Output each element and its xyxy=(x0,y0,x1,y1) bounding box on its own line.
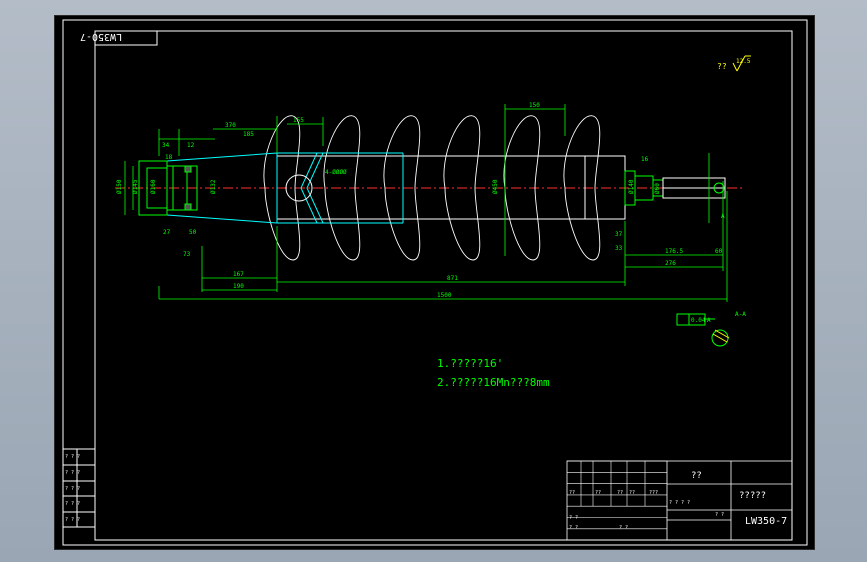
tb-row-2: ?? xyxy=(595,490,601,496)
tb-row-1: ?? xyxy=(569,490,575,496)
dimension-lines xyxy=(124,104,728,302)
dim-pitch-dia: Ø450 xyxy=(492,179,499,194)
cad-drawing-canvas[interactable]: LW350-7 ?? 12.5 34 12 370 185 155 150 4-… xyxy=(54,15,815,550)
drawing-svg: LW350-7 ?? 12.5 34 12 370 185 155 150 4-… xyxy=(62,19,808,546)
tb-row-4: ?? xyxy=(629,490,635,496)
inner-frame xyxy=(94,30,793,541)
dim-871: 871 xyxy=(447,275,458,282)
tb-material: ????? xyxy=(739,491,766,501)
tol-value: 0.04 xyxy=(691,317,706,324)
tb-row-5: ??? xyxy=(649,490,658,496)
note-1: 1.?????16' xyxy=(437,357,503,370)
tb-scale-3: ? ? xyxy=(619,525,628,531)
dimension-texts: 34 12 370 185 155 150 4-ØØØØ 167 190 871… xyxy=(116,102,725,299)
dim-left-dia4: Ø132 xyxy=(210,179,217,194)
dim-190: 190 xyxy=(233,283,244,290)
flight-lower xyxy=(444,187,481,261)
dim-185: 185 xyxy=(243,131,254,138)
dim-left-dia1: Ø150 xyxy=(116,179,123,194)
side-row-3: ? ? ? xyxy=(65,486,80,492)
flight-lower xyxy=(504,187,541,261)
stamp-code: LW350-7 xyxy=(80,31,122,42)
side-row-1: ? ? ? xyxy=(65,454,80,460)
tb-scale-1: ? ? ? ? xyxy=(669,500,690,506)
dim-60: 60 xyxy=(715,248,723,255)
dim-12: 12 xyxy=(187,142,195,149)
dim-50: 50 xyxy=(189,229,197,236)
dim-left-dia3: Ø160 xyxy=(150,179,157,194)
dim-167: 167 xyxy=(233,271,244,278)
dim-155: 155 xyxy=(293,117,304,124)
flight-upper xyxy=(563,115,601,189)
section-label: A-A xyxy=(735,311,746,318)
flight-upper xyxy=(503,115,541,189)
dim-276: 276 xyxy=(665,260,676,267)
tb-drawing-no: LW350-7 xyxy=(745,516,787,527)
dim-16: 16 xyxy=(641,156,649,163)
note-2: 2.?????16Mn???8mm xyxy=(437,376,550,389)
dim-right-dia1: Ø140 xyxy=(628,179,635,194)
dim-73: 73 xyxy=(183,251,191,258)
dim-27: 27 xyxy=(163,229,171,236)
mark-a: A xyxy=(721,213,725,220)
dim-37: 37 xyxy=(615,231,623,238)
tb-part-name: ?? xyxy=(691,471,702,481)
flight-lower xyxy=(264,187,301,261)
flight-upper xyxy=(323,115,361,189)
section-aa: A-A xyxy=(711,311,746,347)
dim-1500: 1500 xyxy=(437,292,452,299)
flight-lower xyxy=(324,187,361,261)
tolerance-frame: 0.04 A xyxy=(676,313,715,326)
dim-right-dia2: Ø60 xyxy=(654,183,661,194)
tb-sheet-2: ? ? xyxy=(569,525,578,531)
tb-row-3: ?? xyxy=(617,490,623,496)
dim-34: 34 xyxy=(162,142,170,149)
flight-lower xyxy=(564,187,601,261)
flight-lower xyxy=(384,187,421,261)
tol-datum: A xyxy=(707,317,711,324)
dim-150: 150 xyxy=(529,102,540,109)
flight-upper xyxy=(383,115,421,189)
flight-upper xyxy=(443,115,481,189)
side-row-5: ? ? ? xyxy=(65,517,80,523)
dim-370: 370 xyxy=(225,122,236,129)
flight-upper xyxy=(263,115,301,189)
outer-frame xyxy=(62,19,808,546)
roughness-value: 12.5 xyxy=(736,58,751,65)
tb-scale-2: ? ? xyxy=(715,512,724,518)
dim-4holes: 4-ØØØØ xyxy=(325,169,347,176)
dim-33: 33 xyxy=(615,245,623,252)
side-row-2: ? ? ? xyxy=(65,470,80,476)
roughness-prefix: ?? xyxy=(717,62,727,71)
dim-1765: 176.5 xyxy=(665,248,683,255)
tb-sheet-1: ? ? xyxy=(569,515,578,521)
dim-left-dia2: Ø145 xyxy=(132,179,139,194)
side-row-4: ? ? ? xyxy=(65,501,80,507)
dim-18: 18 xyxy=(165,154,173,161)
